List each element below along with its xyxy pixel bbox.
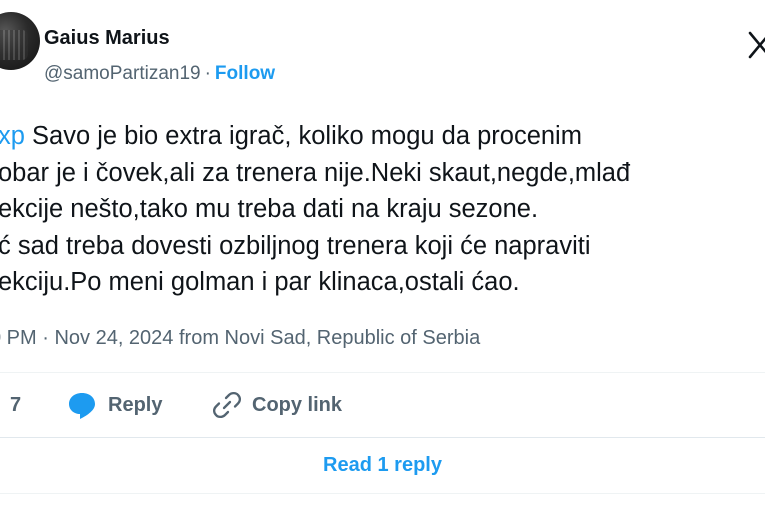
copy-link-button[interactable]: Copy link [212,388,342,422]
tweet-line: ekcije nešto,tako mu treba dati na kraju… [0,195,539,223]
reply-icon [66,390,98,420]
read-reply-button[interactable]: Read 1 reply [0,438,765,493]
like-count[interactable]: 7 [10,388,21,422]
separator-dot: · [204,63,211,84]
tweet-line: ekciju.Po meni golman i par klinaca,osta… [0,268,520,296]
tweet-card: Gaius Marius @samoPartizan19 · Follow xp S… [0,0,765,510]
link-icon [212,390,242,420]
reply-button[interactable]: Reply [66,388,162,422]
author-handle-row: @samoPartizan19 · Follow [44,63,275,85]
tweet-line: obar je i čovek,ali za trenera nije.Neki… [0,158,631,187]
like-count-value: 7 [10,393,22,416]
tweet-line: ć sad treba dovesti ozbiljnog trenera ko… [0,231,591,260]
tweet-text: xp Savo je bio extra igrač, koliko mogu … [0,118,765,301]
divider [0,372,765,373]
reply-label: Reply [108,393,163,416]
copy-link-label: Copy link [252,393,343,416]
close-icon[interactable] [747,30,765,60]
mention-link[interactable]: xp [0,122,25,150]
divider [0,493,765,494]
author-handle[interactable]: @samoPartizan19 [44,63,201,84]
tweet-timestamp[interactable]: 0 PM · Nov 24, 2024 from Novi Sad, Repub… [0,327,480,350]
read-reply-label: Read 1 reply [323,454,442,476]
author-display-name[interactable]: Gaius Marius [44,27,170,50]
tweet-line: xp Savo je bio extra igrač, koliko mogu … [0,122,582,150]
follow-button[interactable]: Follow [215,63,275,84]
avatar[interactable] [0,12,40,70]
